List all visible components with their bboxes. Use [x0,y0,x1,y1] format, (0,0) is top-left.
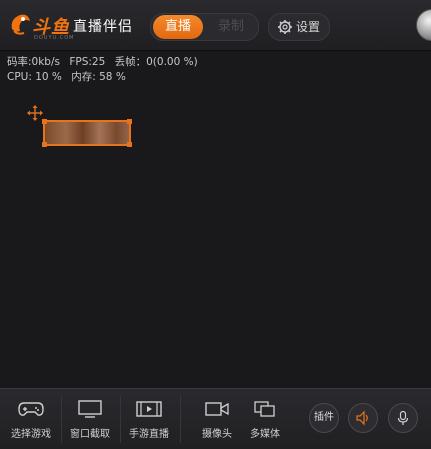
select-game-button[interactable]: 选择游戏 [2,389,60,449]
memory-stat: 内存: 58 % [71,71,126,83]
settings-label: 设置 [296,20,321,34]
app-window: 斗鱼 DOUYU.COM 直播伴侣 直播 录制 设置 码率:0kb/s FPS:… [0,0,431,449]
resize-handle[interactable] [127,142,132,147]
multimedia-button[interactable]: 多媒体 [236,389,294,449]
gamepad-icon [18,402,44,416]
stream-stats: 码率:0kb/s FPS:25 丢帧：0(0.00 %) CPU: 10 % 内… [7,55,204,85]
microphone-icon [397,410,409,425]
window-capture-button[interactable]: 窗口截取 [61,389,119,449]
resize-handle[interactable] [42,142,47,147]
speaker-button[interactable] [348,403,378,433]
monitor-icon [78,400,102,418]
move-icon[interactable] [27,105,43,121]
select-game-label: 选择游戏 [11,429,51,440]
microphone-button[interactable] [388,403,418,433]
capture-source-box[interactable] [42,119,132,147]
resize-handle[interactable] [42,119,47,124]
cpu-stat: CPU: 10 % [7,71,62,83]
settings-button[interactable]: 设置 [268,13,330,41]
window-capture-label: 窗口截取 [70,429,110,440]
fps-stat: FPS:25 [69,56,106,68]
record-mode-button[interactable]: 录制 [207,15,255,39]
speaker-icon [356,410,368,426]
gear-icon [278,20,292,34]
bitrate-stat: 码率:0kb/s [7,56,60,68]
divider [180,395,181,443]
douyu-logo: 斗鱼 DOUYU.COM [8,8,74,42]
live-mode-button[interactable]: 直播 [153,15,203,39]
plugins-button[interactable]: 插件 [309,403,339,433]
app-title: 直播伴侣 [73,19,133,35]
user-avatar[interactable] [416,9,431,41]
mobile-live-button[interactable]: 手游直播 [120,389,178,449]
header-bar: 斗鱼 DOUYU.COM 直播伴侣 直播 录制 设置 [0,0,431,51]
resize-handle[interactable] [127,119,132,124]
fish-mascot-icon [11,14,30,35]
play-screen-icon [136,401,162,417]
preview-canvas[interactable] [0,90,431,388]
mobile-live-label: 手游直播 [129,429,169,440]
mode-toggle: 直播 录制 [150,13,259,41]
multimedia-label: 多媒体 [250,429,280,440]
logo-subtext: DOUYU.COM [34,35,75,41]
video-camera-icon [205,402,229,416]
dropped-frames-stat: 丢帧：0(0.00 %) [114,56,198,68]
media-icon [254,401,275,417]
bottom-toolbar: 选择游戏 窗口截取 手游直播 摄像头 多媒体 插件 [0,388,431,449]
